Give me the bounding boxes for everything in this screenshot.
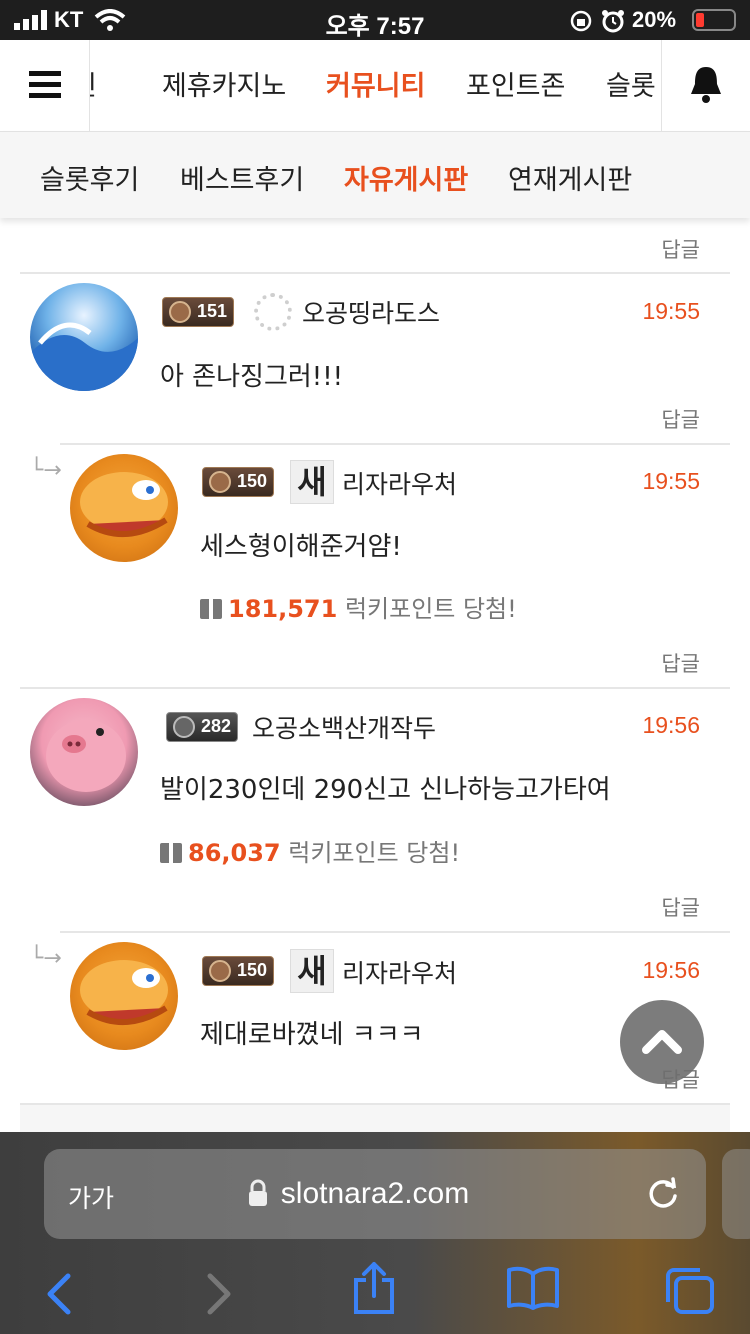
list-footer bbox=[20, 1105, 730, 1132]
comment-time: 19:55 bbox=[642, 298, 700, 324]
tab-community[interactable]: 커뮤니티 bbox=[326, 64, 425, 103]
divider bbox=[20, 687, 730, 689]
level-badge: 151 bbox=[162, 297, 235, 327]
new-badge: 새 bbox=[290, 949, 334, 993]
comment-text: 세스형이해준거얌! bbox=[200, 532, 402, 562]
username[interactable]: 리자라우처 bbox=[342, 465, 457, 501]
comment-text: 발이230인데 290신고 신나하능고가타여 bbox=[160, 775, 611, 805]
divider bbox=[60, 443, 730, 445]
share-icon[interactable] bbox=[352, 1260, 396, 1316]
subtab-serial-board[interactable]: 연재게시판 bbox=[508, 158, 632, 197]
lucky-points-label: 럭키포인트 당첨! bbox=[288, 839, 461, 867]
forward-icon[interactable] bbox=[204, 1272, 234, 1316]
gift-icon bbox=[200, 599, 222, 619]
nav-divider bbox=[661, 40, 662, 132]
battery-percent: 20% bbox=[632, 7, 677, 32]
sub-navigation: 슬롯후기 베스트후기 자유게시판 연재게시판 bbox=[0, 132, 750, 218]
bell-icon[interactable] bbox=[688, 64, 724, 104]
comment-time: 19:56 bbox=[642, 712, 700, 738]
comment-text: 아 존나징그러!!! bbox=[160, 362, 344, 392]
avatar[interactable] bbox=[70, 942, 178, 1050]
lucky-points-value: 181,571 bbox=[228, 595, 338, 623]
subtab-free-board[interactable]: 자유게시판 bbox=[344, 158, 468, 197]
reload-icon[interactable] bbox=[646, 1177, 680, 1211]
reply-button[interactable]: 답글 bbox=[661, 892, 700, 922]
tab-partial-left[interactable]: 인 bbox=[90, 64, 97, 103]
top-navigation: 인 제휴카지노 커뮤니티 포인트존 슬롯 bbox=[0, 40, 750, 132]
frog-face-icon bbox=[80, 472, 168, 537]
tab-partner-casino[interactable]: 제휴카지노 bbox=[162, 64, 286, 103]
reply-button[interactable]: 답글 bbox=[661, 234, 700, 264]
address-bar[interactable]: 가가 slotnara2.com bbox=[44, 1149, 706, 1239]
lucky-points-label: 럭키포인트 당첨! bbox=[344, 595, 517, 623]
next-tab-preview[interactable] bbox=[722, 1149, 750, 1239]
reply-button[interactable]: 답글 bbox=[661, 648, 700, 678]
lucky-point-notice: 181,571 럭키포인트 당첨! bbox=[200, 589, 517, 624]
lucky-points-value: 86,037 bbox=[188, 839, 281, 867]
subtab-best-review[interactable]: 베스트후기 bbox=[180, 158, 304, 197]
subtab-slot-review[interactable]: 슬롯후기 bbox=[40, 158, 139, 197]
avatar[interactable] bbox=[30, 283, 138, 391]
level-badge: 150 bbox=[202, 467, 275, 497]
avatar[interactable] bbox=[70, 454, 178, 562]
tab-point-zone[interactable]: 포인트존 bbox=[466, 64, 565, 103]
bookmarks-icon[interactable] bbox=[506, 1266, 560, 1310]
frog-face-icon bbox=[80, 960, 168, 1025]
chevron-up-icon bbox=[642, 1030, 682, 1054]
tabs-icon[interactable] bbox=[664, 1266, 716, 1316]
reply-button[interactable]: 답글 bbox=[661, 404, 700, 434]
battery-icon bbox=[692, 9, 736, 31]
orientation-lock-icon bbox=[570, 10, 592, 32]
level-badge: 150 bbox=[202, 956, 275, 986]
divider bbox=[20, 272, 730, 274]
reply-arrow-icon: └→ bbox=[30, 458, 62, 483]
level-badge: 282 bbox=[166, 712, 239, 742]
wave-icon bbox=[30, 322, 138, 391]
back-icon[interactable] bbox=[44, 1272, 74, 1316]
nav-tabs-scroll[interactable]: 인 제휴카지노 커뮤니티 포인트존 슬롯 bbox=[90, 40, 660, 132]
spinner-icon bbox=[254, 293, 292, 331]
username[interactable]: 리자라우처 bbox=[342, 954, 457, 990]
status-bar: KT 오후 7:57 20% bbox=[0, 0, 750, 40]
alarm-icon bbox=[602, 10, 624, 33]
comment-time: 19:55 bbox=[642, 468, 700, 494]
reply-arrow-icon: └→ bbox=[30, 946, 62, 971]
pig-icon bbox=[46, 720, 126, 792]
new-badge: 새 bbox=[290, 460, 334, 504]
avatar[interactable] bbox=[30, 698, 138, 806]
url-text[interactable]: slotnara2.com bbox=[44, 1177, 706, 1211]
divider bbox=[60, 931, 730, 933]
username[interactable]: 오공띵라도스 bbox=[302, 294, 440, 330]
gift-icon bbox=[160, 843, 182, 863]
comment-time: 19:56 bbox=[642, 957, 700, 983]
lucky-point-notice: 86,037 럭키포인트 당첨! bbox=[160, 833, 460, 868]
menu-icon[interactable] bbox=[29, 71, 61, 99]
comment-text: 제대로바꼈네 ㅋㅋㅋ bbox=[200, 1020, 424, 1050]
tab-slot[interactable]: 슬롯 bbox=[606, 64, 656, 103]
browser-toolbar: 가가 slotnara2.com bbox=[0, 1132, 750, 1334]
username[interactable]: 오공소백산개작두 bbox=[252, 709, 436, 745]
scroll-to-top-button[interactable] bbox=[620, 1000, 704, 1084]
